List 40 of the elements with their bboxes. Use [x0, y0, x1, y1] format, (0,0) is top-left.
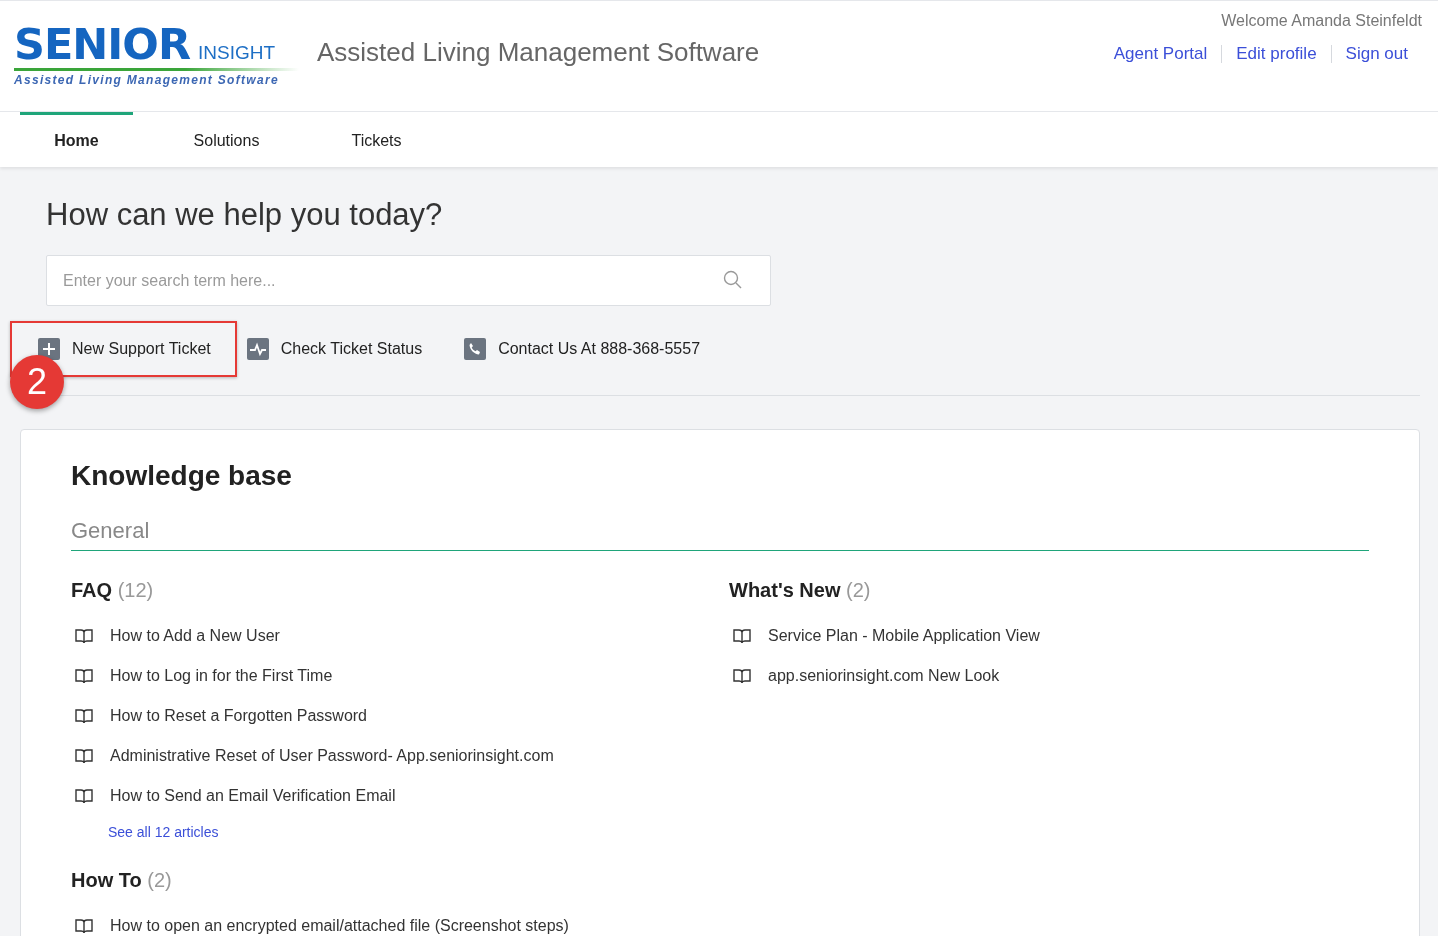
action-link[interactable]: Check Ticket Status	[246, 338, 423, 360]
site-title: Assisted Living Management Software	[317, 37, 760, 68]
article-link[interactable]: app.seniorinsight.com New Look	[768, 667, 1000, 685]
pulse-icon	[246, 338, 269, 360]
page-heading: How can we help you today?	[46, 197, 444, 233]
article-link[interactable]: How to open an encrypted email/attached file (Screenshot steps)	[110, 917, 569, 935]
book-icon	[75, 628, 93, 644]
action-link[interactable]: Contact Us At 888-368-5557	[464, 338, 701, 360]
section-title: General	[71, 518, 1369, 551]
category-heading[interactable]: How To (2)	[71, 869, 1369, 892]
search-field[interactable]: Enter your search term here...	[46, 255, 771, 306]
book-icon	[733, 668, 751, 684]
article-link[interactable]: How to Reset a Forgotten Password	[110, 707, 367, 725]
nav-tab[interactable]: Tickets	[320, 112, 433, 167]
article-link[interactable]: How to Send an Email Verification Email	[110, 787, 396, 805]
step-marker: 2	[10, 355, 64, 409]
header-link[interactable]: Agent Portal	[1113, 44, 1208, 64]
welcome-text: Welcome Amanda Steinfeldt	[1221, 12, 1422, 30]
category-heading[interactable]: What's New (2)	[729, 579, 1369, 602]
book-icon	[75, 668, 93, 684]
article-link[interactable]: Service Plan - Mobile Application View	[768, 627, 1040, 645]
book-icon	[75, 918, 93, 934]
logo[interactable]: SENIOR INSIGHT Assisted Living Management Software	[14, 21, 299, 87]
search-icon[interactable]	[723, 270, 743, 290]
card-title: Knowledge base	[71, 460, 293, 492]
book-icon	[733, 628, 751, 644]
nav-tab[interactable]: Home	[20, 112, 133, 167]
header-link[interactable]: Edit profile	[1236, 44, 1317, 64]
article-link[interactable]: Administrative Reset of User Password- App.seniorinsight.com	[110, 747, 554, 765]
book-icon	[75, 748, 93, 764]
see-all-link[interactable]: See all 12 articles	[108, 824, 219, 840]
article-link[interactable]: How to Log in for the First Time	[110, 667, 333, 685]
nav-tab[interactable]: Solutions	[170, 112, 283, 167]
header-link[interactable]: Sign out	[1345, 44, 1408, 64]
phone-icon	[464, 338, 487, 360]
category-heading[interactable]: FAQ (12)	[71, 579, 729, 602]
plus-icon	[38, 338, 60, 360]
article-link[interactable]: How to Add a New User	[110, 627, 280, 645]
book-icon	[75, 788, 93, 804]
book-icon	[75, 708, 93, 724]
